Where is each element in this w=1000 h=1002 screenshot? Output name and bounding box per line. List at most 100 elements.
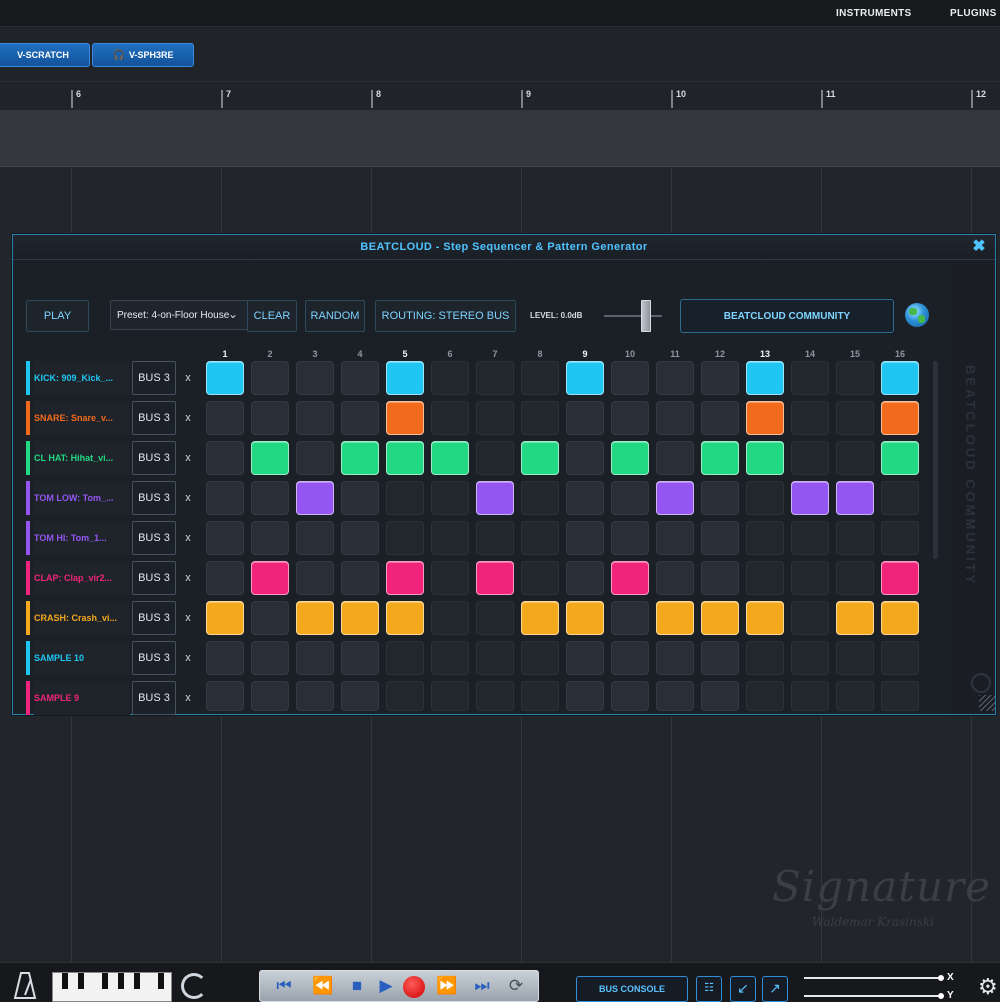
step-cell[interactable] [296, 401, 334, 435]
step-cell[interactable] [701, 641, 739, 675]
loop-toggle-icon[interactable]: ⟳ [504, 976, 528, 996]
preset-dropdown[interactable]: Preset: 4-on-Floor House ⌄ [110, 300, 249, 330]
step-cell-active[interactable] [881, 401, 919, 435]
step-cell[interactable] [566, 641, 604, 675]
step-cell[interactable] [701, 561, 739, 595]
step-cell[interactable] [611, 681, 649, 711]
step-cell[interactable] [791, 561, 829, 595]
step-cell-active[interactable] [386, 601, 424, 635]
step-cell[interactable] [251, 361, 289, 395]
rewind-icon[interactable]: ⏪ [308, 976, 338, 996]
step-cell-active[interactable] [206, 601, 244, 635]
close-icon[interactable]: ✖ [971, 239, 987, 255]
step-cell[interactable] [836, 561, 874, 595]
step-cell-active[interactable] [881, 441, 919, 475]
step-cell[interactable] [341, 481, 379, 515]
step-cell[interactable] [656, 681, 694, 711]
random-button[interactable]: RANDOM [305, 300, 365, 332]
timeline-ruler[interactable]: 6 7 8 9 10 11 12 [0, 82, 1000, 111]
step-cell-active[interactable] [746, 441, 784, 475]
step-cell[interactable] [521, 641, 559, 675]
step-cell[interactable] [791, 601, 829, 635]
routing-button[interactable]: ROUTING: STEREO BUS [375, 300, 516, 332]
track-bus-button[interactable]: BUS 3 [132, 641, 176, 675]
step-cell-active[interactable] [296, 601, 334, 635]
step-cell[interactable] [566, 561, 604, 595]
track-lane[interactable] [0, 110, 1000, 167]
level-slider-track[interactable] [604, 315, 662, 317]
step-cell[interactable] [296, 521, 334, 555]
remove-track-button[interactable]: x [182, 641, 194, 675]
step-cell-active[interactable] [251, 441, 289, 475]
track-name[interactable]: CL HAT: Hihat_vi... [34, 441, 130, 475]
track-bus-button[interactable]: BUS 3 [132, 561, 176, 595]
track-bus-button[interactable]: BUS 3 [132, 441, 176, 475]
step-cell[interactable] [341, 401, 379, 435]
mixer-icon[interactable]: ☷ [696, 976, 722, 1002]
step-cell-active[interactable] [386, 561, 424, 595]
step-cell[interactable] [296, 641, 334, 675]
step-cell-active[interactable] [476, 481, 514, 515]
step-cell[interactable] [611, 641, 649, 675]
step-cell[interactable] [836, 681, 874, 711]
step-cell[interactable] [476, 601, 514, 635]
step-cell[interactable] [791, 641, 829, 675]
step-cell[interactable] [566, 481, 604, 515]
skip-back-icon[interactable]: ⏮ [272, 976, 296, 996]
step-cell[interactable] [296, 681, 334, 711]
step-cell-active[interactable] [791, 481, 829, 515]
step-cell-active[interactable] [611, 441, 649, 475]
step-cell[interactable] [566, 521, 604, 555]
circle-icon[interactable] [971, 673, 991, 693]
step-cell[interactable] [791, 401, 829, 435]
skip-forward-icon[interactable]: ⏭ [470, 976, 494, 996]
remove-track-button[interactable]: x [182, 441, 194, 475]
step-cell[interactable] [476, 641, 514, 675]
track-name[interactable]: TOM LOW: Tom_... [34, 481, 130, 515]
step-cell[interactable] [386, 641, 424, 675]
step-cell[interactable] [521, 521, 559, 555]
track-bus-button[interactable]: BUS 3 [132, 361, 176, 395]
bus-console-button[interactable]: BUS CONSOLE [576, 976, 688, 1002]
step-cell[interactable] [521, 361, 559, 395]
step-cell[interactable] [746, 641, 784, 675]
track-name[interactable]: CRASH: Crash_vi... [34, 601, 130, 635]
remove-track-button[interactable]: x [182, 401, 194, 435]
step-cell[interactable] [611, 401, 649, 435]
step-cell[interactable] [476, 401, 514, 435]
step-cell[interactable] [791, 521, 829, 555]
step-cell[interactable] [431, 361, 469, 395]
step-cell[interactable] [746, 681, 784, 711]
step-cell-active[interactable] [521, 441, 559, 475]
step-cell-active[interactable] [836, 601, 874, 635]
y-fader-handle[interactable] [938, 993, 944, 999]
step-cell-active[interactable] [341, 441, 379, 475]
step-cell[interactable] [791, 681, 829, 711]
step-cell-active[interactable] [341, 601, 379, 635]
remove-track-button[interactable]: x [182, 601, 194, 635]
step-cell-active[interactable] [566, 601, 604, 635]
step-cell[interactable] [566, 401, 604, 435]
step-cell[interactable] [296, 361, 334, 395]
step-cell[interactable] [476, 521, 514, 555]
step-cell[interactable] [521, 481, 559, 515]
step-cell[interactable] [656, 561, 694, 595]
step-cell[interactable] [701, 521, 739, 555]
track-name[interactable]: SNARE: Snare_v... [34, 401, 130, 435]
step-cell[interactable] [386, 481, 424, 515]
step-cell[interactable] [611, 601, 649, 635]
step-cell-active[interactable] [746, 401, 784, 435]
step-cell[interactable] [881, 521, 919, 555]
step-cell-active[interactable] [836, 481, 874, 515]
step-cell-active[interactable] [386, 441, 424, 475]
step-cell-active[interactable] [746, 361, 784, 395]
remove-track-button[interactable]: x [182, 361, 194, 395]
step-cell[interactable] [431, 401, 469, 435]
step-cell-active[interactable] [746, 601, 784, 635]
step-cell[interactable] [746, 481, 784, 515]
step-cell[interactable] [701, 401, 739, 435]
step-cell[interactable] [251, 481, 289, 515]
track-bus-button[interactable]: BUS 3 [132, 601, 176, 635]
step-cell[interactable] [566, 441, 604, 475]
step-cell-active[interactable] [386, 361, 424, 395]
